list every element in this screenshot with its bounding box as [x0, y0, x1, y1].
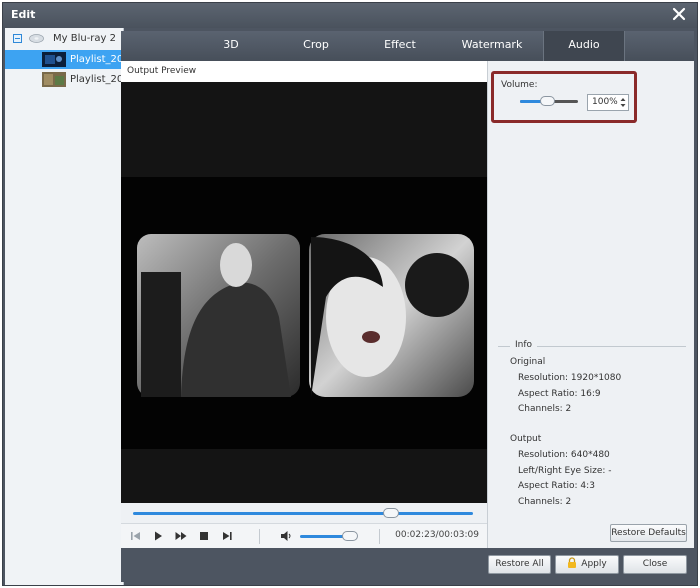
stop-icon[interactable]: [197, 529, 211, 543]
output-preview-panel: Output Preview 00:02:23/00:03:09: [121, 61, 487, 548]
info-legend: Info: [510, 340, 538, 350]
seek-track[interactable]: [133, 512, 473, 515]
apply-button[interactable]: Apply: [555, 555, 619, 574]
player-controls: 00:02:23/00:03:09: [121, 523, 487, 548]
output-channels: Channels: 2: [518, 497, 572, 507]
seek-bar[interactable]: [121, 503, 487, 523]
close-icon[interactable]: [671, 6, 687, 22]
apply-label: Apply: [581, 559, 607, 569]
play-icon[interactable]: [151, 529, 165, 543]
tab-effect[interactable]: Effect: [355, 31, 445, 61]
volume-value: 100%: [592, 97, 618, 107]
dialog-footer: Restore All Apply Close: [121, 548, 694, 582]
restore-defaults-button[interactable]: Restore Defaults: [610, 524, 687, 542]
title-list-panel: My Blu-ray 2 Playlist_200 Playlist_201: [5, 28, 130, 585]
volume-slider-handle[interactable]: [540, 96, 555, 106]
video-thumbnail-icon: [42, 72, 66, 87]
tab-watermark[interactable]: Watermark: [447, 31, 537, 61]
tree-root-label: My Blu-ray 2: [53, 33, 117, 44]
video-image: [137, 234, 474, 397]
tab-audio[interactable]: Audio: [543, 31, 625, 61]
original-channels: Channels: 2: [518, 404, 572, 414]
output-resolution: Resolution: 640*480: [518, 450, 610, 460]
fast-forward-icon[interactable]: [174, 529, 188, 543]
preview-screen: [121, 82, 487, 503]
seek-handle[interactable]: [383, 508, 399, 518]
close-button[interactable]: Close: [623, 555, 687, 574]
controls-divider: [259, 529, 260, 544]
original-resolution: Resolution: 1920*1080: [518, 373, 622, 383]
disc-icon: [29, 34, 44, 43]
preview-label: Output Preview: [127, 66, 197, 76]
output-heading: Output: [510, 434, 542, 444]
video-frame: [121, 177, 487, 449]
skip-back-icon[interactable]: [129, 529, 143, 543]
volume-label: Volume:: [501, 80, 538, 90]
tree-item-playlist-201[interactable]: Playlist_201: [5, 70, 130, 89]
original-heading: Original: [510, 357, 546, 367]
volume-control-group: Volume: 100%: [491, 71, 637, 123]
output-aspect-ratio: Aspect Ratio: 4:3: [518, 481, 595, 491]
player-volume-handle[interactable]: [342, 531, 358, 541]
tab-3d[interactable]: 3D: [186, 31, 276, 61]
collapse-icon[interactable]: [13, 34, 22, 43]
spin-arrows-icon[interactable]: [619, 96, 627, 109]
skip-forward-icon[interactable]: [220, 529, 234, 543]
audio-settings-panel: Volume: 100% Info Original Resolution: 1…: [487, 61, 694, 548]
restore-all-button[interactable]: Restore All: [488, 555, 551, 574]
window-title: Edit: [11, 8, 36, 21]
original-aspect-ratio: Aspect Ratio: 16:9: [518, 389, 601, 399]
title-bar: Edit: [3, 3, 697, 28]
video-thumbnail-icon: [42, 52, 66, 67]
volume-spinbox[interactable]: 100%: [587, 94, 629, 111]
tree-root[interactable]: My Blu-ray 2: [5, 30, 124, 48]
lock-icon: [568, 557, 577, 568]
output-eye-size: Left/Right Eye Size: -: [518, 466, 612, 476]
edit-tab-bar: 3D Crop Effect Watermark Audio: [121, 31, 694, 61]
tree-item-playlist-200[interactable]: Playlist_200: [5, 50, 130, 69]
speaker-icon[interactable]: [279, 529, 293, 543]
controls-divider: [379, 529, 380, 544]
tab-crop[interactable]: Crop: [271, 31, 361, 61]
playback-time: 00:02:23/00:03:09: [395, 530, 479, 540]
